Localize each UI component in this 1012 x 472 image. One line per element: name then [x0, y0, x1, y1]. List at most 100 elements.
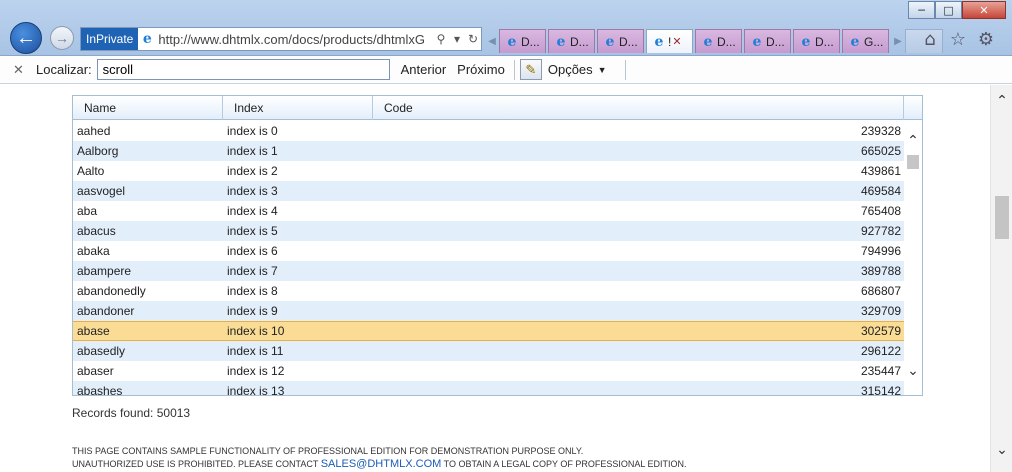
column-header-name[interactable]: Name	[73, 96, 223, 120]
dropdown-icon[interactable]: ▾	[449, 32, 465, 46]
close-window-button[interactable]: ✕	[962, 1, 1006, 19]
ie-page-icon: e	[142, 31, 152, 47]
address-bar[interactable]: InPrivate e http://www.dhtmlx.com/docs/p…	[80, 27, 482, 51]
find-options-button[interactable]: Opções	[548, 62, 593, 77]
cell-index: index is 2	[227, 164, 278, 178]
ie-tab-icon: e	[507, 33, 517, 50]
disclaimer: THIS PAGE CONTAINS SAMPLE FUNCTIONALITY …	[72, 445, 687, 471]
grid-scroll-thumb[interactable]	[907, 155, 919, 169]
cell-name: aasvogel	[77, 184, 126, 198]
page-scroll-thumb[interactable]	[995, 196, 1009, 239]
cell-index: index is 0	[227, 124, 278, 138]
cell-name: abampere	[77, 264, 132, 278]
cell-name: abaser	[77, 364, 114, 378]
table-row[interactable]: abashes index is 13 315142	[73, 381, 905, 396]
table-row-selected[interactable]: abase index is 10 302579	[73, 321, 905, 341]
table-row[interactable]: aba index is 4 765408	[73, 201, 905, 221]
maximize-button[interactable]: □	[935, 1, 962, 19]
cell-index: index is 4	[227, 204, 278, 218]
ie-tab-icon: e	[703, 33, 713, 50]
ie-tab-icon: e	[605, 33, 615, 50]
table-row[interactable]: aasvogel index is 3 469584	[73, 181, 905, 201]
toolbar-icons: ⌂ ☆ ⚙	[920, 29, 996, 50]
divider	[513, 59, 515, 80]
favorites-star-icon[interactable]: ☆	[948, 29, 968, 50]
cell-code: 235447	[860, 364, 901, 378]
cell-index: index is 13	[227, 384, 285, 396]
tab-scroll-left-icon[interactable]: ◀	[485, 29, 499, 53]
cell-code: 765408	[860, 204, 901, 218]
find-previous-button[interactable]: Anterior	[401, 62, 447, 77]
cell-code: 686807	[860, 284, 901, 298]
tab-scroll-right-icon[interactable]: ▶	[891, 29, 905, 53]
grid-scroll-up-icon[interactable]: ⌃	[904, 133, 922, 149]
url-input[interactable]: http://www.dhtmlx.com/docs/products/dhtm…	[156, 32, 433, 47]
cell-name: abandoner	[77, 304, 135, 318]
grid-body: aahed index is 0 239328 Aalborg index is 1 66…	[73, 121, 905, 396]
tab[interactable]: e D...	[597, 29, 644, 53]
find-bar: ✕ Localizar: Anterior Próximo ✎ Opções ▼	[0, 56, 1012, 84]
records-label: Records found:	[72, 406, 154, 420]
table-row[interactable]: abandoner index is 9 329709	[73, 301, 905, 321]
records-count: 50013	[156, 406, 191, 420]
table-row[interactable]: abaka index is 6 794996	[73, 241, 905, 261]
disclaimer-line-2: UNAUTHORIZED USE IS PROHIBITED. PLEASE C…	[72, 458, 687, 470]
tab[interactable]: e D...	[548, 29, 595, 53]
cell-name: Aalborg	[77, 144, 119, 158]
cell-index: index is 5	[227, 224, 278, 238]
cell-code: 794996	[860, 244, 901, 258]
forward-button[interactable]: →	[50, 26, 74, 50]
table-row[interactable]: aahed index is 0 239328	[73, 121, 905, 141]
cell-code: 315142	[860, 384, 901, 396]
cell-index: index is 12	[227, 364, 285, 378]
grid-scrollbar[interactable]: ⌃ ⌄	[904, 121, 922, 395]
table-row[interactable]: abaser index is 12 235447	[73, 361, 905, 381]
table-row[interactable]: abasedly index is 11 296122	[73, 341, 905, 361]
grid-scroll-down-icon[interactable]: ⌄	[904, 363, 922, 379]
records-found: Records found: 50013	[72, 406, 190, 420]
cell-name: aba	[77, 204, 98, 218]
tab[interactable]: e D...	[744, 29, 791, 53]
highlight-marker-icon[interactable]: ✎	[519, 59, 542, 80]
refresh-icon[interactable]: ↻	[465, 32, 481, 46]
tab[interactable]: e D...	[695, 29, 742, 53]
table-row[interactable]: Aalborg index is 1 665025	[73, 141, 905, 161]
find-input[interactable]	[96, 59, 390, 80]
table-row[interactable]: abacus index is 5 927782	[73, 221, 905, 241]
tab[interactable]: e D...	[793, 29, 840, 53]
home-icon[interactable]: ⌂	[920, 29, 940, 50]
sales-email-link[interactable]: SALES@DHTMLX.COM	[321, 458, 442, 470]
scroll-down-icon[interactable]: ⌄	[991, 442, 1012, 458]
search-icon[interactable]: ⚲	[433, 32, 449, 46]
page-scrollbar[interactable]: ⌃ ⌄	[990, 85, 1012, 472]
find-label: Localizar:	[36, 62, 92, 77]
ie-tab-icon: e	[850, 33, 860, 50]
tab[interactable]: e G...	[842, 29, 889, 53]
cell-name: aahed	[77, 124, 111, 138]
minimize-button[interactable]: ─	[908, 1, 935, 19]
data-grid: Name Index Code aahed index is 0 239328 Aal…	[72, 95, 923, 396]
table-row[interactable]: abampere index is 7 389788	[73, 261, 905, 281]
find-close-icon[interactable]: ✕	[13, 62, 31, 78]
tab[interactable]: e D...	[499, 29, 546, 53]
window-controls: ─ □ ✕	[908, 1, 1006, 19]
divider	[624, 59, 626, 80]
chevron-down-icon[interactable]: ▼	[598, 65, 607, 75]
column-header-code[interactable]: Code	[373, 96, 904, 120]
scroll-up-icon[interactable]: ⌃	[991, 93, 1012, 109]
disclaimer-line-1: THIS PAGE CONTAINS SAMPLE FUNCTIONALITY …	[72, 446, 584, 456]
ie-tab-icon: e	[752, 33, 762, 50]
cell-name: abase	[77, 324, 110, 338]
cell-index: index is 7	[227, 264, 278, 278]
cell-name: Aalto	[77, 164, 105, 178]
table-row[interactable]: abandonedly index is 8 686807	[73, 281, 905, 301]
column-header-index[interactable]: Index	[223, 96, 373, 120]
back-button[interactable]: ←	[10, 22, 42, 54]
tab-strip: ◀ e D... e D... e D... e! ✕ e D... e D... e D..…	[485, 27, 943, 53]
table-row[interactable]: Aalto index is 2 439861	[73, 161, 905, 181]
tab-active[interactable]: e! ✕	[646, 29, 693, 53]
grid-header: Name Index Code	[73, 96, 922, 120]
tab-close-icon[interactable]: ✕	[672, 35, 681, 48]
gear-icon[interactable]: ⚙	[976, 29, 996, 50]
find-next-button[interactable]: Próximo	[457, 62, 505, 77]
